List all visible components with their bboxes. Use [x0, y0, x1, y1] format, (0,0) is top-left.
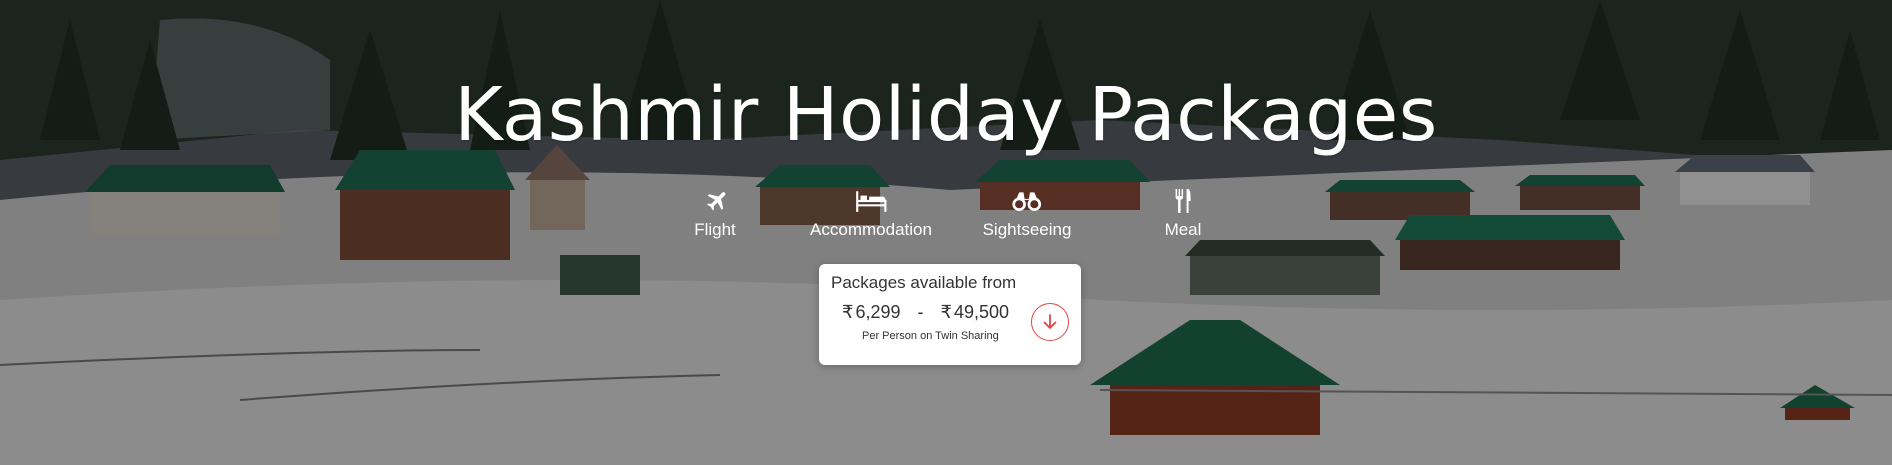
price-card-heading: Packages available from — [831, 273, 1017, 292]
feature-accommodation: Accommodation — [810, 188, 932, 240]
feature-flight: Flight — [694, 188, 736, 240]
binoculars-icon — [983, 188, 1072, 216]
bed-icon — [810, 188, 932, 216]
feature-flight-label: Flight — [694, 220, 736, 239]
feature-meal-label: Meal — [1164, 220, 1202, 239]
page-title: Kashmir Holiday Packages — [454, 72, 1438, 158]
max-price: 49,500 — [953, 302, 1010, 322]
price-card: Packages available from ₹6,299 - ₹49,500… — [819, 264, 1081, 365]
hero-banner: Kashmir Holiday Packages Flight Accommod… — [0, 0, 1892, 465]
price-separator: - — [917, 302, 924, 322]
price-range: ₹6,299 - ₹49,500 — [842, 302, 1009, 323]
feature-meal: Meal — [1164, 188, 1202, 240]
scroll-down-button[interactable] — [1031, 303, 1069, 341]
feature-accommodation-label: Accommodation — [810, 220, 932, 239]
price-note: Per Person on Twin Sharing — [862, 330, 999, 342]
arrow-down-circle-icon — [1043, 314, 1057, 329]
feature-sightseeing: Sightseeing — [982, 188, 1072, 240]
feature-sightseeing-label: Sightseeing — [982, 220, 1072, 239]
currency-symbol-min: ₹ — [842, 302, 854, 322]
min-price: 6,299 — [855, 302, 901, 322]
currency-symbol-max: ₹ — [940, 302, 952, 322]
fork-knife-icon — [1165, 188, 1202, 216]
plane-icon — [694, 188, 736, 216]
package-features: Flight Accommodation Sightseeing Meal — [0, 188, 1892, 248]
